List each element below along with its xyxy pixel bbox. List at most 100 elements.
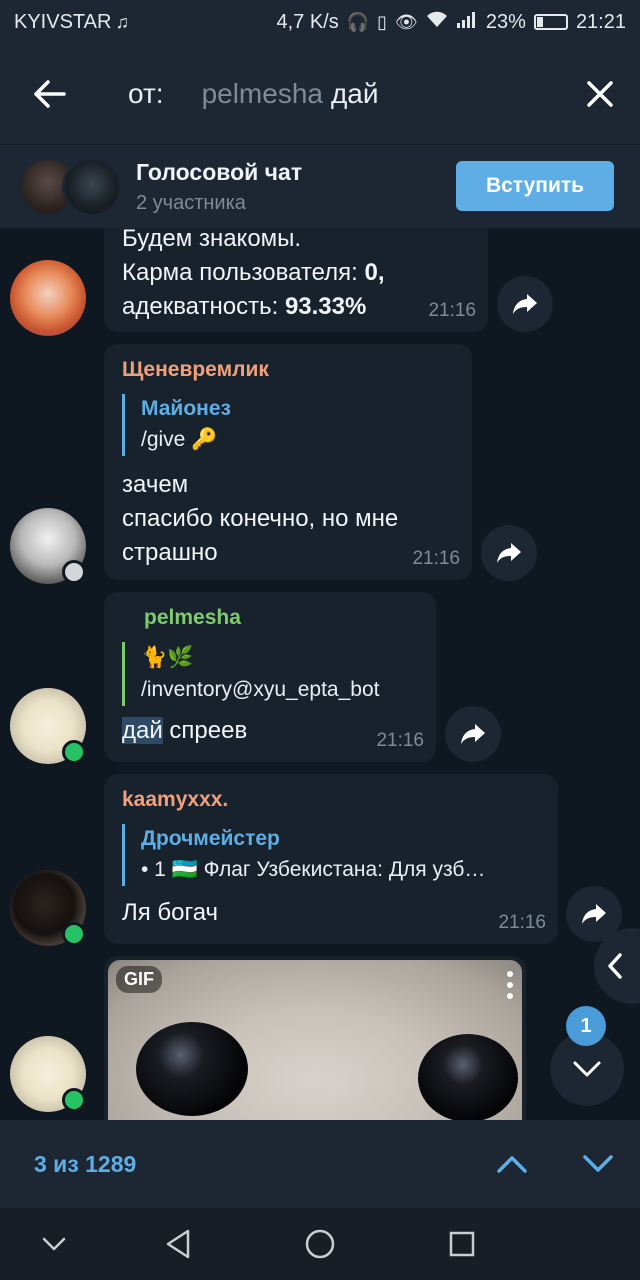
avatar [62, 156, 122, 217]
voice-chat-banner[interactable]: Голосовой чат 2 участника Вступить [0, 144, 640, 228]
eye-icon: 👁 [395, 11, 418, 32]
system-recents-button[interactable] [442, 1224, 482, 1264]
chevron-down-icon [573, 1061, 601, 1077]
status-bar: KYIVSTAR ♫ 4,7 K/s 🎧 ▯ 👁 23% 21:21 [0, 0, 640, 44]
forward-button[interactable] [445, 706, 501, 762]
message-sender[interactable]: pelmesha [144, 606, 241, 630]
message-bubble[interactable]: Щеневремлик Майонез /give 🔑 зачем спасиб… [104, 344, 472, 580]
carrier-label: KYIVSTAR [14, 10, 112, 33]
reply-author: Дрочмейстер [141, 827, 280, 850]
message-text: Будем знакомы. Карма пользователя: 0, ад… [122, 228, 385, 324]
status-dot [62, 560, 86, 584]
back-button[interactable] [0, 44, 100, 144]
chevron-up-icon [497, 1156, 527, 1173]
reply-text: /give 🔑 [141, 428, 218, 451]
music-note-icon: ♫ [115, 11, 129, 32]
system-back-button[interactable] [158, 1224, 198, 1264]
message-time: 21:16 [376, 730, 424, 751]
gif-badge: GIF [116, 966, 162, 993]
search-from-label: от: [128, 78, 164, 109]
forward-button[interactable] [481, 525, 537, 581]
signal-icon [456, 11, 478, 34]
search-input[interactable]: дай [331, 78, 379, 110]
search-user-filter[interactable]: pelmesha [202, 78, 323, 110]
message-bubble[interactable]: Будем знакомы. Карма пользователя: 0, ад… [104, 228, 488, 332]
message-text: Ля богач [122, 896, 218, 930]
system-home-button[interactable] [300, 1224, 340, 1264]
adequacy-label: адекватность: [122, 293, 285, 320]
karma-label: Карма пользователя: [122, 259, 365, 286]
share-arrow-icon [461, 724, 485, 744]
reply-quote[interactable]: 🐈🌿 /inventory@xyu_epta_bot [122, 642, 422, 706]
triangle-back-icon [166, 1229, 190, 1259]
arrow-left-icon [34, 80, 66, 108]
chevron-left-icon [608, 953, 622, 979]
battery-icon [533, 14, 568, 30]
avatar[interactable] [10, 260, 86, 336]
message-line: адекватность: 93.33% [122, 290, 385, 324]
vibrate-icon: ▯ [377, 11, 388, 32]
unread-count-badge: 1 [566, 1006, 606, 1046]
voice-chat-title: Голосовой чат [136, 158, 303, 185]
gif-message[interactable]: GIF [104, 956, 526, 1120]
online-indicator [62, 1088, 86, 1112]
cat-eye [136, 1022, 248, 1116]
share-arrow-icon [513, 294, 537, 314]
circle-home-icon [305, 1229, 335, 1259]
message-line: Ля богач [122, 899, 219, 926]
chevron-down-icon [583, 1155, 613, 1172]
message-time: 21:16 [412, 548, 460, 569]
reply-text: /inventory@xyu_epta_bot [141, 678, 380, 701]
search-header: от: pelmesha дай [0, 44, 640, 144]
karma-value: 0, [364, 259, 385, 286]
share-arrow-icon [497, 543, 521, 563]
message-text: зачем спасибо конечно, но мне страшно [122, 468, 398, 570]
message-time: 21:16 [428, 300, 476, 321]
message-line: спасибо конечно, но мне [122, 505, 399, 532]
share-arrow-icon [582, 904, 606, 924]
voice-chat-participants: 2 участника [136, 191, 246, 214]
clock: 21:21 [575, 10, 626, 33]
cat-eye [418, 1034, 518, 1120]
online-indicator [62, 922, 86, 946]
message-line: Карма пользователя: 0, [122, 256, 385, 290]
chevron-down-icon [42, 1237, 66, 1251]
reply-author: Майонез [141, 397, 231, 420]
square-recents-icon [449, 1231, 475, 1257]
message-line: зачем [122, 471, 189, 498]
message-line: Будем знакомы. [122, 228, 302, 252]
voice-participant-avatars [18, 156, 128, 217]
chat-messages[interactable]: Будем знакомы. Карма пользователя: 0, ад… [0, 228, 640, 1120]
wifi-icon [426, 11, 448, 34]
system-navigation-bar [0, 1208, 640, 1280]
search-result-counter: 3 из 1289 [34, 1150, 137, 1177]
previous-result-button[interactable] [488, 1140, 536, 1188]
message-sender[interactable]: kaamyxxx. [122, 788, 228, 812]
search-results-bar: 3 из 1289 [0, 1120, 640, 1208]
message-text: дай спреев [122, 714, 247, 748]
battery-percent: 23% [485, 10, 526, 33]
message-sender[interactable]: Щеневремлик [122, 358, 269, 382]
gif-preview[interactable] [108, 960, 522, 1120]
network-speed: 4,7 K/s [276, 10, 339, 33]
close-search-button[interactable] [576, 70, 624, 118]
message-time: 21:16 [498, 912, 546, 933]
message-text-rest: спреев [162, 717, 248, 744]
reply-quote[interactable]: Дрочмейстер • 1 🇺🇿 Флаг Узбекистана: Для… [122, 824, 542, 886]
reply-quote[interactable]: Майонез /give 🔑 [122, 394, 452, 456]
reply-sticker: 🐈🌿 [141, 646, 194, 669]
hide-keyboard-button[interactable] [34, 1224, 74, 1264]
forward-button[interactable] [497, 276, 553, 332]
online-indicator [62, 740, 86, 764]
search-highlight: дай [122, 717, 163, 744]
adequacy-value: 93.33% [284, 293, 367, 320]
close-icon [587, 81, 613, 107]
message-bubble[interactable]: kaamyxxx. Дрочмейстер • 1 🇺🇿 Флаг Узбеки… [104, 774, 558, 944]
reply-text: • 1 🇺🇿 Флаг Узбекистана: Для узб… [141, 858, 486, 881]
next-result-button[interactable] [574, 1140, 622, 1188]
message-bubble[interactable]: pelmesha 🐈🌿 /inventory@xyu_epta_bot дай … [104, 592, 436, 762]
join-voice-chat-button[interactable]: Вступить [456, 161, 614, 211]
more-vertical-icon[interactable] [506, 970, 513, 1005]
message-line: страшно [122, 539, 218, 566]
headphones-icon: 🎧 [346, 11, 370, 32]
